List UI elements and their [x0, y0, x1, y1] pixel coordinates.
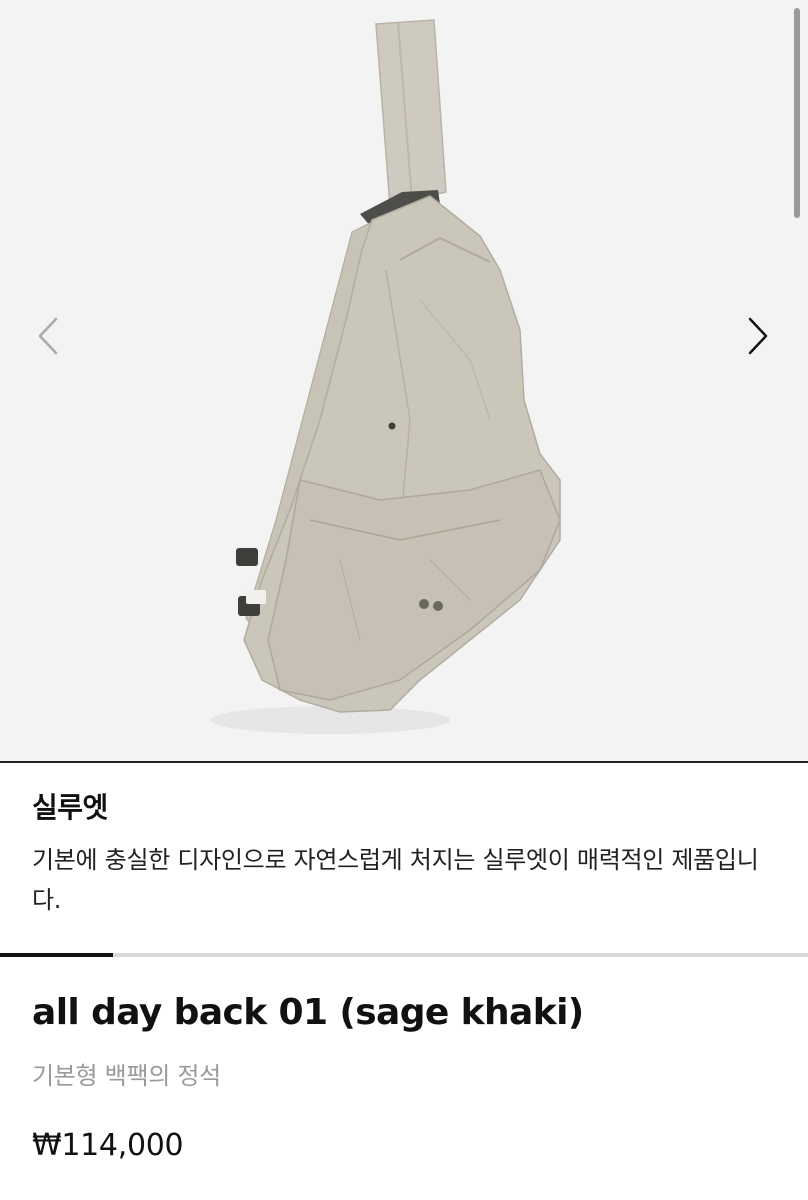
product-detail-page: 실루엣 기본에 충실한 디자인으로 자연스럽게 처지는 실루엣이 매력적인 제품… — [0, 0, 808, 1200]
image-caption: 실루엣 기본에 충실한 디자인으로 자연스럽게 처지는 실루엣이 매력적인 제품… — [32, 786, 782, 920]
gallery-progress-bar — [0, 953, 808, 957]
caption-text: 기본에 충실한 디자인으로 자연스럽게 처지는 실루엣이 매력적인 제품입니다. — [32, 846, 759, 914]
chevron-right-icon — [748, 317, 768, 355]
product-name: all day back 01 (sage khaki) — [32, 992, 584, 1033]
page-scrollbar[interactable] — [794, 8, 800, 218]
product-price: ₩114,000 — [32, 1128, 184, 1163]
caption-title: 실루엣 — [32, 791, 108, 824]
product-image-gallery[interactable] — [0, 0, 808, 762]
gallery-divider — [0, 761, 808, 763]
product-subtitle: 기본형 백팩의 정석 — [32, 1062, 221, 1090]
gallery-prev-button[interactable] — [20, 306, 76, 366]
chevron-left-icon — [38, 317, 58, 355]
backpack-product-photo — [210, 19, 561, 734]
gallery-progress-fill — [0, 953, 114, 957]
gallery-next-button[interactable] — [730, 306, 786, 366]
